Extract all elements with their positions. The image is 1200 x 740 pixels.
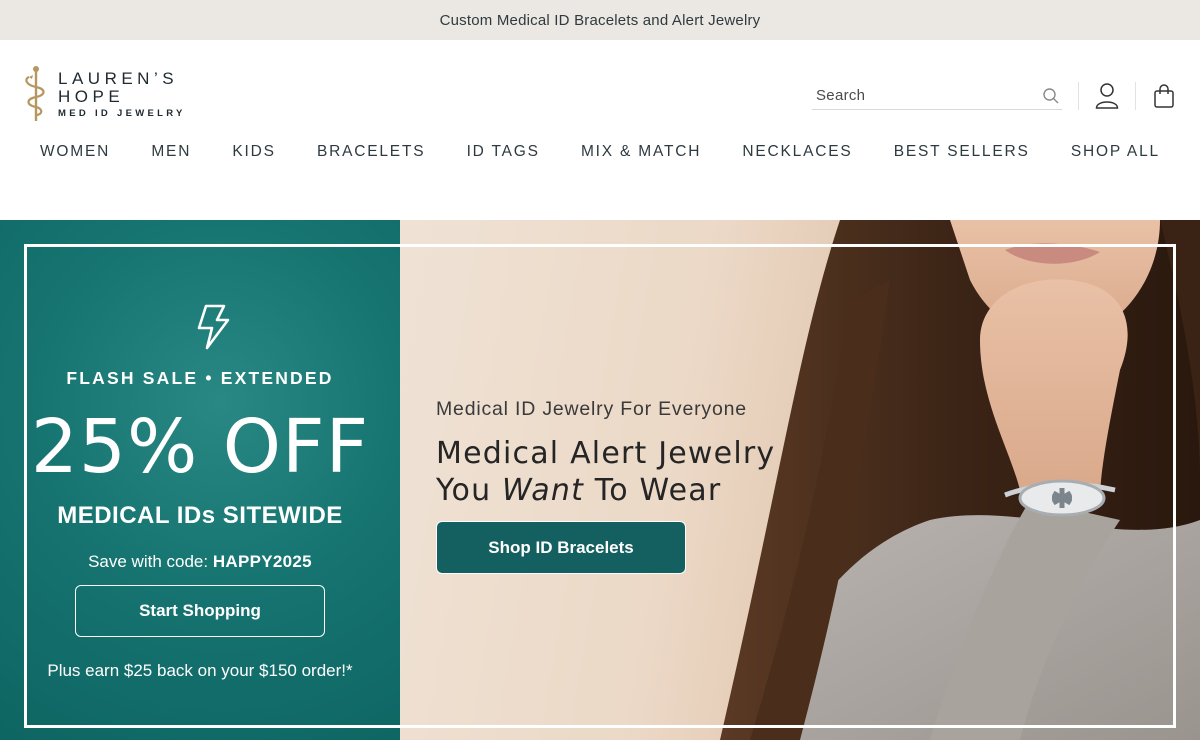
start-shopping-button[interactable]: Start Shopping: [75, 585, 325, 637]
brand-logo[interactable]: LAUREN’S HOPE MED ID JEWELRY: [24, 64, 204, 124]
nav-item-shop-all[interactable]: SHOP ALL: [1071, 143, 1160, 165]
nav-item-bracelets[interactable]: BRACELETS: [317, 143, 425, 165]
header-divider: [1078, 82, 1079, 110]
nav-item-women[interactable]: WOMEN: [40, 143, 110, 165]
shop-id-bracelets-button[interactable]: Shop ID Bracelets: [436, 521, 686, 574]
cart-button[interactable]: [1149, 80, 1179, 112]
brand-tagline: MED ID JEWELRY: [58, 107, 186, 119]
headline-text: To Wear: [584, 473, 722, 508]
headline-text: You: [436, 473, 503, 508]
hero-eyebrow: Medical ID Jewelry For Everyone: [436, 398, 747, 420]
search-input[interactable]: [816, 87, 1036, 104]
shopping-bag-icon: [1154, 84, 1174, 108]
main-nav: WOMEN MEN KIDS BRACELETS ID TAGS MIX & M…: [20, 143, 1180, 165]
hero-banner: FLASH SALE • EXTENDED 25% OFF MEDICAL ID…: [0, 220, 1200, 740]
promo-code: HAPPY2025: [212, 552, 312, 571]
lightning-bolt-icon: [197, 304, 230, 350]
hero-headline-line1: Medical Alert Jewelry: [436, 436, 776, 471]
nav-item-mix-match[interactable]: MIX & MATCH: [581, 143, 701, 165]
brand-name-line1: LAUREN’S: [58, 68, 179, 88]
brand-wordmark: LAUREN’S HOPE MED ID JEWELRY: [58, 70, 186, 119]
account-button[interactable]: [1092, 80, 1122, 112]
search-bar: [812, 82, 1062, 110]
site-header: LAUREN’S HOPE MED ID JEWELRY WOMEN MEN K…: [0, 40, 1200, 220]
headline-emphasis: Want: [502, 473, 585, 508]
announcement-bar: Custom Medical ID Bracelets and Alert Je…: [0, 0, 1200, 40]
caduceus-logo-icon: [25, 66, 45, 121]
hero-copy: Medical ID Jewelry For Everyone Medical …: [436, 398, 856, 509]
search-icon[interactable]: [1042, 87, 1060, 105]
hero-headline: Medical Alert Jewelry You Want To Wear: [436, 435, 856, 509]
nav-item-best-sellers[interactable]: BEST SELLERS: [894, 143, 1030, 165]
nav-item-necklaces[interactable]: NECKLACES: [742, 143, 852, 165]
discount-scope: MEDICAL IDs SITEWIDE: [57, 502, 343, 529]
brand-name-line2: HOPE: [58, 86, 125, 106]
nav-item-men[interactable]: MEN: [151, 143, 191, 165]
promo-panel: FLASH SALE • EXTENDED 25% OFF MEDICAL ID…: [0, 220, 400, 740]
nav-item-id-tags[interactable]: ID TAGS: [467, 143, 540, 165]
account-icon: [1095, 83, 1119, 109]
promo-code-prefix: Save with code:: [88, 552, 209, 571]
announcement-text: Custom Medical ID Bracelets and Alert Je…: [439, 11, 761, 29]
reward-offer-text: Plus earn $25 back on your $150 order!*: [47, 661, 353, 680]
header-divider: [1135, 82, 1136, 110]
discount-percent: 25% OFF: [30, 404, 370, 490]
promo-code-line: Save with code: HAPPY2025: [0, 552, 400, 572]
hero-headline-line2: You Want To Wear: [436, 472, 856, 509]
nav-item-kids[interactable]: KIDS: [232, 143, 275, 165]
flash-sale-label: FLASH SALE • EXTENDED: [66, 368, 334, 388]
